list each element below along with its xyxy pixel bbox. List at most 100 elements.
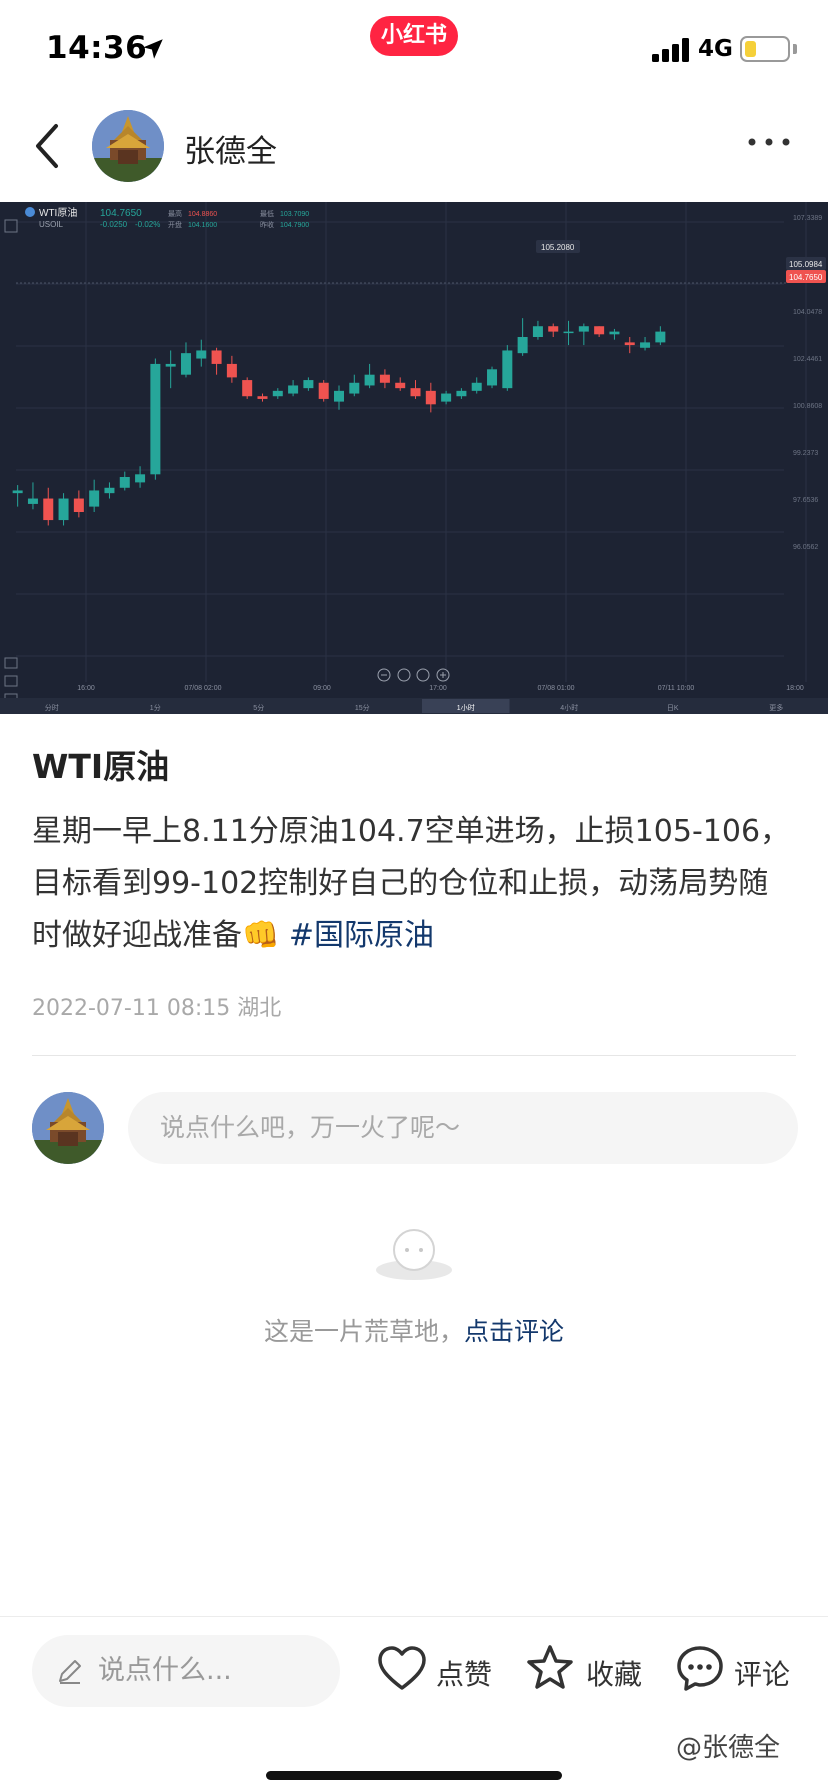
candle-body	[456, 390, 467, 397]
post-meta: 2022-07-11 08:15 湖北	[32, 996, 282, 1021]
nav-header: 张德全	[0, 96, 828, 200]
candle-body	[655, 331, 666, 343]
candle-body	[425, 390, 436, 405]
battery-level	[745, 41, 756, 57]
candle-body	[349, 382, 360, 394]
candle-body	[257, 396, 268, 399]
status-bar: 14:36 小红书 4G	[0, 0, 828, 96]
info-value: 104.7900	[280, 222, 309, 229]
candle-body	[73, 498, 84, 512]
candle-body	[517, 337, 528, 354]
crosshair-icon[interactable]	[4, 219, 18, 233]
battery-icon	[740, 36, 790, 62]
chart-info-cells: 最高 104.8860 开盘 104.1600 最低 103.7090 昨收 104.7900	[168, 209, 309, 229]
candle-body	[532, 326, 543, 337]
candle-body	[135, 474, 146, 483]
timeframe-tab[interactable]: 日K	[667, 704, 679, 712]
empty-comment-icon	[376, 1229, 452, 1280]
chart-change-pct: -0.02%	[135, 220, 160, 229]
comment-input[interactable]: 说点什么吧，万一火了呢～	[128, 1092, 798, 1164]
candle-body	[165, 363, 176, 367]
candle-body	[487, 369, 498, 386]
empty-state-link[interactable]: 点击评论	[464, 1317, 564, 1346]
candle-body	[211, 350, 222, 364]
timeframe-tab[interactable]: 分时	[45, 703, 59, 712]
candle-body	[288, 385, 299, 394]
candle-body	[502, 350, 513, 389]
candle-body	[43, 498, 54, 521]
candle-body	[226, 363, 237, 378]
empty-state-message: 这是一片荒草地，	[263, 1317, 464, 1346]
favorite-button[interactable]: 收藏	[524, 1643, 644, 1699]
info-value: 104.1600	[188, 222, 217, 229]
candle-body	[441, 393, 452, 402]
candle-body	[196, 350, 207, 359]
more-icon[interactable]	[746, 132, 792, 152]
candle-body	[119, 477, 130, 488]
candle-body	[334, 390, 344, 402]
watermark: @张德全	[676, 1733, 781, 1763]
candle-body	[563, 331, 574, 334]
network-type: 4G	[698, 36, 733, 62]
like-button[interactable]: 点赞	[376, 1643, 496, 1699]
chart-left-toolbar[interactable]	[4, 219, 18, 705]
candle-body	[89, 490, 100, 507]
info-label: 开盘	[168, 220, 182, 229]
timeframe-tab[interactable]: 更多	[769, 703, 783, 712]
candle-body	[609, 331, 620, 335]
draw-icon[interactable]	[4, 675, 18, 687]
comment-label: 评论	[734, 1658, 791, 1691]
comment-icon	[677, 1646, 723, 1691]
candle-body	[242, 380, 253, 397]
timeframe-tab[interactable]: 1小时	[457, 703, 475, 712]
status-time: 14:36	[46, 30, 148, 66]
timeframe-tab[interactable]: 4小时	[560, 703, 578, 712]
chart-zoom-controls[interactable]	[377, 668, 450, 682]
y-tick-label: 107.3389	[793, 215, 822, 222]
back-icon[interactable]	[28, 118, 68, 174]
candle-body	[27, 498, 38, 504]
timeframe-tab[interactable]: 5分	[253, 703, 264, 712]
post-title: WTI原油	[32, 747, 170, 786]
empty-state-text: 这是一片荒草地，点击评论	[0, 1312, 828, 1348]
signal-icon	[652, 38, 689, 62]
comment-button[interactable]: 评论	[674, 1643, 798, 1699]
chart-grid	[16, 202, 807, 682]
bottom-comment-input[interactable]: 说点什么...	[32, 1635, 340, 1707]
candle-body	[640, 342, 651, 348]
my-avatar[interactable]	[32, 1092, 104, 1164]
candle-body	[303, 380, 314, 389]
chart-change: -0.0250	[100, 220, 128, 229]
x-tick-label: 07/08 01:00	[538, 685, 575, 692]
timeframe-bar: 分时 1分 5分 15分 1小时 4小时 日K 更多	[0, 698, 828, 714]
y-tick-label: 99.2373	[793, 450, 818, 457]
candle-body	[594, 326, 605, 335]
indicator-icon[interactable]	[4, 657, 18, 669]
candle-body	[364, 374, 375, 386]
battery-cap	[793, 44, 797, 54]
info-value: 103.7090	[280, 211, 309, 218]
y-tick-label: 96.0562	[793, 544, 818, 551]
star-icon	[527, 1645, 573, 1689]
timeframe-tab[interactable]: 1分	[150, 703, 161, 712]
info-label: 最高	[168, 209, 182, 218]
app-badge: 小红书	[370, 16, 458, 56]
candle-body	[410, 388, 421, 397]
author-name[interactable]: 张德全	[184, 126, 277, 171]
chart-image[interactable]: WTI原油 USOIL 104.7650 -0.0250 -0.02% 最高 10…	[0, 202, 828, 714]
timeframe-tab[interactable]: 15分	[355, 703, 370, 712]
chart-last-price: 104.7650	[100, 208, 142, 219]
post-hashtag[interactable]: #国际原油	[289, 918, 434, 953]
candle-body	[104, 487, 115, 494]
step-back-icon[interactable]	[397, 668, 411, 682]
step-forward-icon[interactable]	[416, 668, 430, 682]
timeframe-bar-bg	[0, 698, 828, 714]
avatar-image	[92, 110, 164, 182]
candle-body	[578, 326, 589, 332]
bottom-input-placeholder: 说点什么...	[98, 1655, 232, 1686]
author-avatar[interactable]	[92, 110, 164, 182]
high-marker: 105.2080	[541, 243, 575, 252]
candle-body	[150, 363, 161, 475]
favorite-label: 收藏	[586, 1658, 643, 1691]
candle-body	[12, 490, 23, 494]
